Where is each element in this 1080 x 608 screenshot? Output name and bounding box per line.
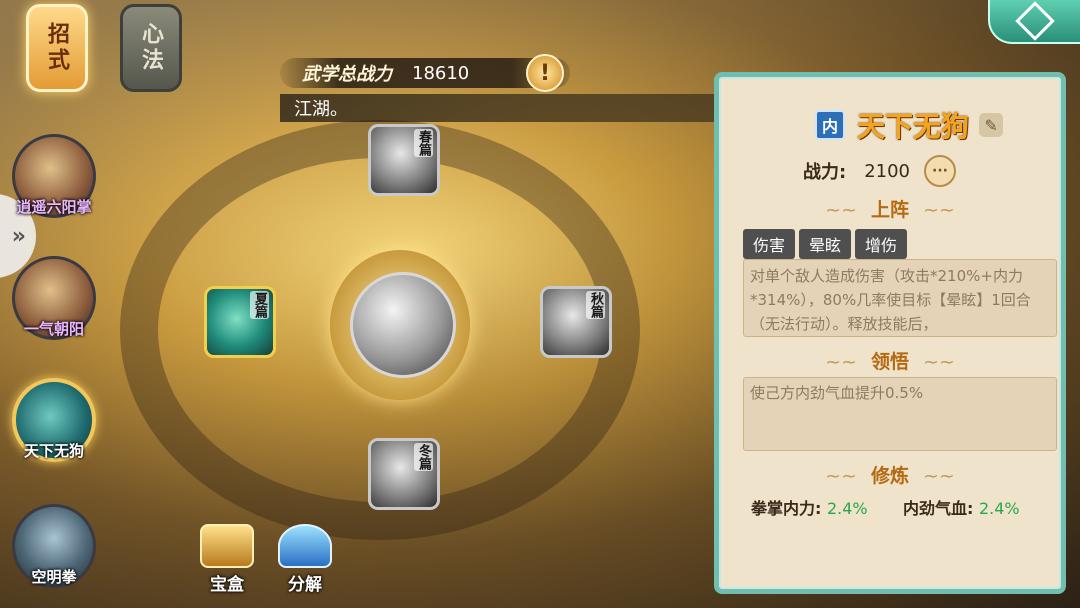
section-train-heading: 修炼 [719,461,1061,488]
rename-quill-icon[interactable]: ✎ [979,113,1004,137]
section-equip-heading: 上阵 [719,195,1061,222]
train-stat-fist: 拳掌内力: 2.4% [751,495,868,519]
skill-label: 一气朝阳 [23,320,84,338]
tab-heart-method[interactable]: 心法 [120,4,182,92]
skill-item-tianxia[interactable]: 天下无狗 [10,378,98,462]
skill-label: 逍遥六阳掌 [16,198,92,216]
skill-power-label: 战力: [803,162,847,183]
more-icon[interactable]: ··· [924,155,957,187]
skill-detail-panel: 内 天下无狗 ✎ 战力: 2100 ··· 上阵 伤害 晕眩 增伤 对单个敌人造… [714,72,1066,594]
train-stat-value: 2.4% [826,499,868,518]
train-stat-vitality: 内劲气血: 2.4% [903,495,1020,519]
skill-item-xiaoyao[interactable]: 逍遥六阳掌 [10,134,98,218]
tag-damage-boost: 增伤 [855,229,908,259]
chapter-spring[interactable]: 春篇 [368,124,440,196]
treasure-box-label: 宝盒 [210,575,244,595]
decompose-icon [278,524,332,568]
skill-power-value: 2100 [864,160,911,182]
chapter-summer[interactable]: 夏篇 [204,286,276,358]
tag-damage: 伤害 [743,229,796,259]
effect-tags: 伤害 晕眩 增伤 [743,229,908,259]
skill-power-row: 战力: 2100 ··· [803,155,957,187]
exclamation-icon[interactable]: ! [526,54,564,92]
skill-core-disc[interactable] [330,250,470,400]
chapter-winter[interactable]: 冬篇 [368,438,440,510]
chapter-label: 秋篇 [586,291,605,319]
decompose-label: 分解 [288,575,322,595]
skill-label: 天下无狗 [23,442,84,460]
tab-moves[interactable]: 招式 [26,4,88,92]
train-stat-value: 2.4% [978,499,1020,518]
skill-title: 天下无狗 [857,110,970,143]
insight-text: 使己方内劲气血提升0.5% [743,377,1057,451]
diamond-icon [1015,1,1055,41]
decompose-button[interactable]: 分解 [270,520,340,595]
total-power-value: 18610 [412,62,470,84]
chapter-autumn[interactable]: 秋篇 [540,286,612,358]
skill-description[interactable]: 对单个敌人造成伤害（攻击*210%+内力*314%），80%几率使目标【晕眩】1… [743,259,1057,337]
panel-title-row: 内 天下无狗 ✎ [815,105,1004,145]
scrolling-notice: 江湖。 [280,94,730,122]
treasure-chest-icon [200,524,254,568]
skill-item-kongming[interactable]: 空明拳 [10,504,98,588]
treasure-box-button[interactable]: 宝盒 [192,520,262,595]
back-button[interactable] [988,0,1080,44]
total-power-label: 武学总战力 [302,64,392,85]
chapter-label: 春篇 [414,129,433,157]
skill-item-yiqi[interactable]: 一气朝阳 [10,256,98,340]
chapter-label: 冬篇 [414,443,433,471]
skill-core-icon [350,272,456,378]
tag-stun: 晕眩 [799,229,852,259]
chapter-label: 夏篇 [250,291,269,319]
section-insight-heading: 领悟 [719,347,1061,374]
skill-label: 空明拳 [31,568,77,586]
train-stat-label: 拳掌内力: [751,499,822,518]
internal-type-badge: 内 [815,110,845,140]
train-stat-label: 内劲气血: [903,499,974,518]
